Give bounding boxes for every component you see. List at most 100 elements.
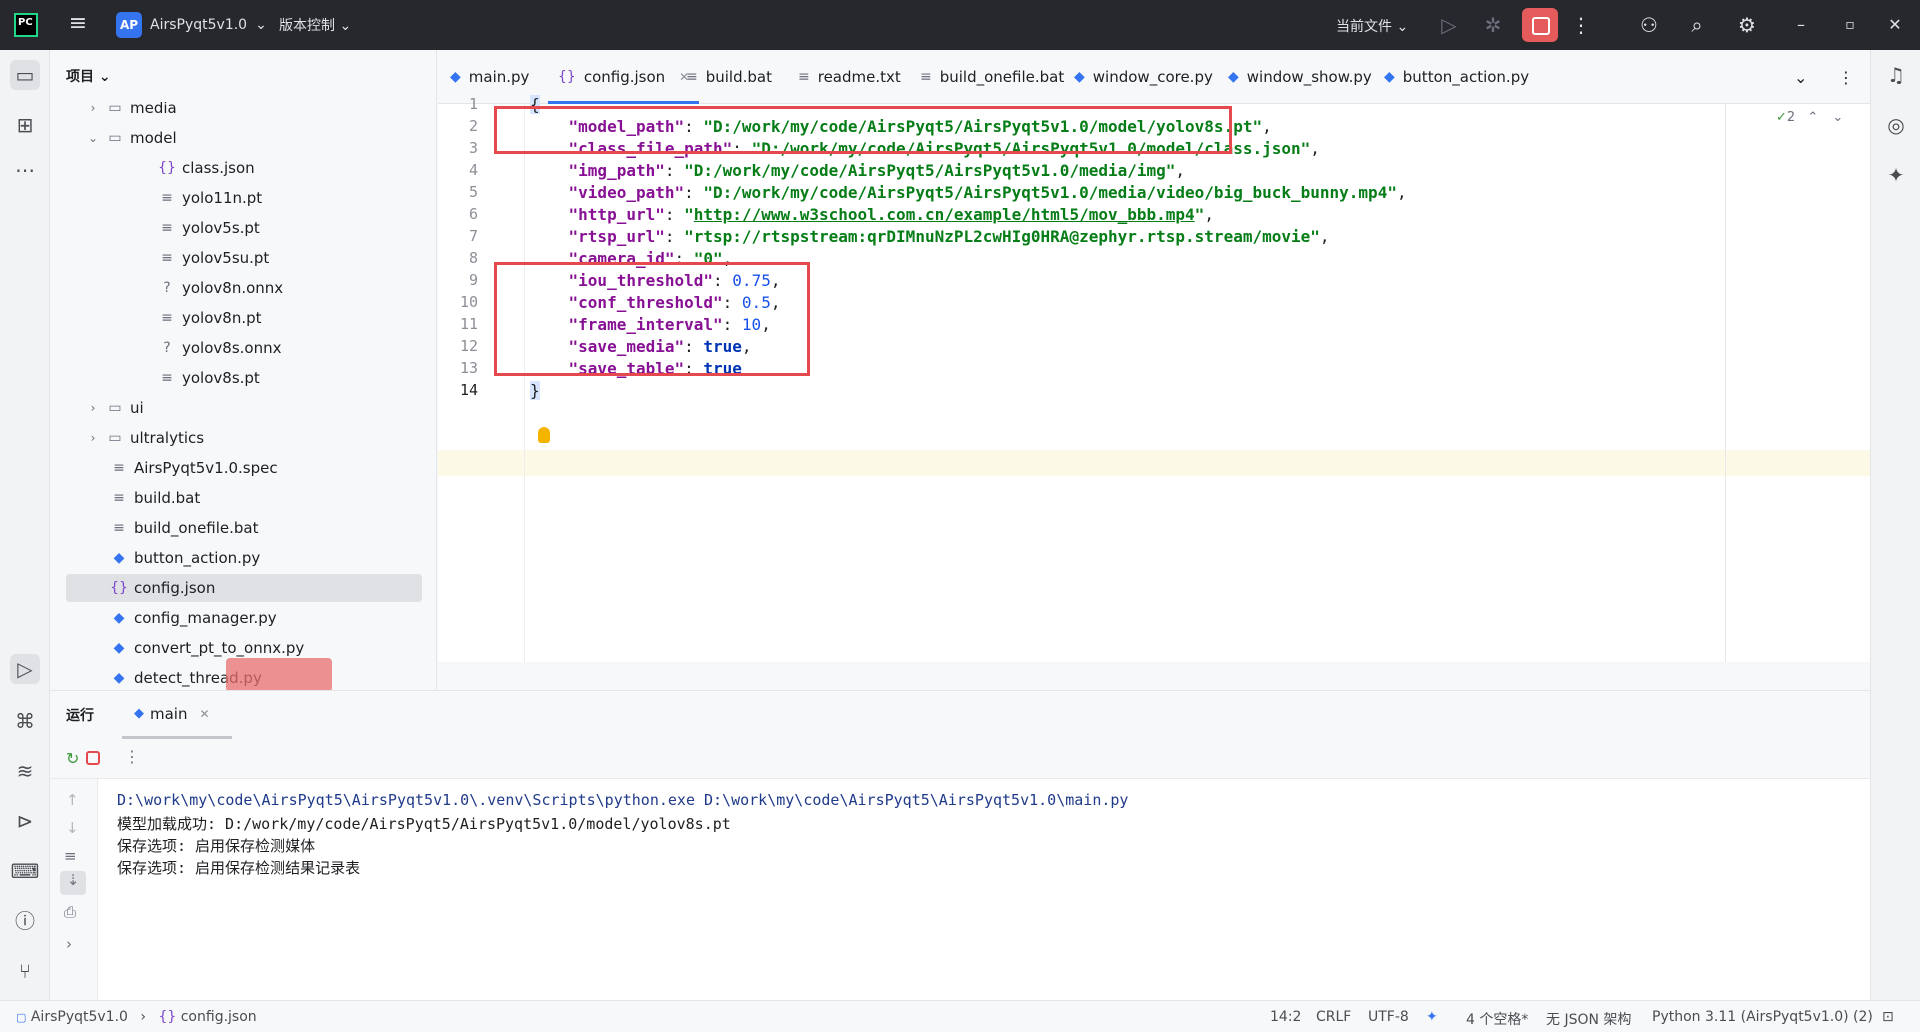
breadcrumb[interactable]: ▢ AirsPyqt5v1.0 › {} config.json (16, 1009, 257, 1025)
tree-item[interactable]: ≡ yolov8n.pt (50, 304, 437, 332)
scroll-down-icon[interactable]: ↓ (66, 819, 79, 837)
tab-build-bat[interactable]: ≡ build.bat (686, 50, 772, 104)
tab-readme-txt[interactable]: ≡ readme.txt (798, 50, 901, 104)
more-options-icon[interactable]: ⋮ (1566, 10, 1596, 40)
tabs-more-icon[interactable]: ⋮ (1838, 50, 1854, 104)
settings-gear-icon[interactable]: ⚙ (1732, 10, 1762, 40)
line-separator[interactable]: CRLF (1316, 1009, 1351, 1025)
terminal-icon[interactable]: ⌨ (10, 856, 40, 886)
tree-item[interactable]: ≡ yolov5su.pt (50, 244, 437, 272)
tree-item[interactable]: ? yolov8s.onnx (50, 334, 437, 362)
services-icon[interactable]: ⊳ (10, 806, 40, 836)
tab-config-json[interactable]: {} config.json ✕ (547, 50, 700, 104)
chevron-down-icon: ⌄ (255, 17, 267, 33)
tree-item[interactable]: ≡ yolov8s.pt (50, 364, 437, 392)
tabs-dropdown-icon[interactable]: ⌄ (1794, 50, 1807, 104)
code-editor[interactable]: 1{2 "model_path": "D:/work/my/code/AirsP… (438, 95, 1870, 662)
project-folder-icon[interactable]: ▭ (10, 60, 40, 90)
run-tab-main[interactable]: ◆ main ✕ (122, 691, 232, 739)
stop-icon[interactable] (86, 751, 100, 765)
chevron-down-icon[interactable]: ⌄ (1832, 110, 1843, 125)
add-user-icon[interactable]: ⚇ (1634, 10, 1664, 40)
json-icon: {} (558, 69, 576, 85)
python-console-icon[interactable]: ⌘ (10, 706, 40, 736)
tree-item[interactable]: › ▭ ultralytics (50, 424, 437, 452)
file-encoding[interactable]: UTF-8 (1368, 1009, 1409, 1025)
close-tab-icon[interactable]: ✕ (199, 707, 209, 721)
tree-item[interactable]: ≡ build_onefile.bat (50, 514, 437, 542)
soft-wrap-icon[interactable]: ≡ (64, 847, 77, 865)
chevron-up-icon[interactable]: ⌃ (1807, 110, 1818, 125)
ai-assistant-icon[interactable]: ◎ (1881, 110, 1911, 140)
chevron-right-icon[interactable]: › (86, 401, 100, 415)
git-icon[interactable]: ⑂ (10, 956, 40, 986)
code-token: "rtsp_url" (568, 227, 665, 246)
chevron-right-icon[interactable]: › (86, 431, 100, 445)
scroll-to-end-icon[interactable]: ⇣ (60, 871, 86, 895)
vcs-menu[interactable]: 版本控制 ⌄ (279, 15, 351, 35)
run-config-selector[interactable]: 当前文件 ⌄ (1336, 16, 1408, 36)
tree-item[interactable]: {} class.json (50, 154, 437, 182)
project-panel-title[interactable]: 项目 ⌄ (66, 66, 111, 86)
more-tools-icon[interactable]: ⋯ (10, 155, 40, 185)
folder-icon: ▭ (108, 430, 122, 446)
line-number: 14 (459, 381, 478, 399)
tree-item[interactable]: {} config.json (66, 574, 422, 602)
structure-icon[interactable]: ⊞ (10, 110, 40, 140)
code-token: , (1175, 161, 1186, 180)
lightbulb-intention-icon[interactable] (538, 427, 550, 443)
search-icon[interactable]: ⌕ (1682, 10, 1712, 40)
tab-button_action-py[interactable]: ◆ button_action.py (1384, 50, 1529, 104)
tree-item[interactable]: ? yolov8n.onnx (50, 274, 437, 302)
print-icon[interactable]: ⎙ (64, 903, 76, 921)
tree-item[interactable]: ≡ AirsPyqt5v1.0.spec (50, 454, 437, 482)
run-tool-icon[interactable]: ▷ (10, 654, 40, 684)
tree-item[interactable]: ◆ button_action.py (50, 544, 437, 572)
breadcrumb-project[interactable]: AirsPyqt5v1.0 (31, 1009, 128, 1025)
tree-item[interactable]: ◆ config_manager.py (50, 604, 437, 632)
tree-item[interactable]: ≡ yolov5s.pt (50, 214, 437, 242)
more-options-icon[interactable]: ⋮ (124, 747, 140, 766)
chevron-down-icon[interactable]: ⌄ (86, 131, 100, 145)
stop-button[interactable] (1522, 8, 1558, 42)
main-menu-icon[interactable]: ≡ (66, 13, 90, 37)
problems-icon[interactable]: ⓘ (10, 906, 40, 936)
debug-icon[interactable]: ✲ (1478, 10, 1508, 40)
close-icon[interactable]: ✕ (1880, 10, 1910, 40)
rerun-icon[interactable]: ↻ (66, 749, 79, 768)
json-schema[interactable]: 无 JSON 架构 (1546, 1009, 1631, 1029)
tab-window_core-py[interactable]: ◆ window_core.py (1074, 50, 1213, 104)
breadcrumb-file[interactable]: config.json (181, 1009, 257, 1025)
tree-item[interactable]: › ▭ ui (50, 394, 437, 422)
ai-status-icon[interactable]: ✦ (1426, 1009, 1438, 1025)
floating-toolbar-overlay[interactable] (226, 658, 332, 692)
maximize-icon[interactable]: ▫ (1835, 10, 1865, 40)
indent-setting[interactable]: 4 个空格* (1466, 1009, 1528, 1029)
project-switcher[interactable]: AP AirsPyqt5v1.0 ⌄ (116, 12, 267, 38)
inspection-widget[interactable]: ✓2 ⌃ ⌄ (1776, 110, 1843, 125)
tab-window_show-py[interactable]: ◆ window_show.py (1228, 50, 1372, 104)
layers-icon[interactable]: ≋ (10, 756, 40, 786)
tree-item[interactable]: ≡ yolo11n.pt (50, 184, 437, 212)
python-interpreter[interactable]: Python 3.11 (AirsPyqt5v1.0) (2) (1652, 1009, 1873, 1025)
copilot-icon[interactable]: ✦ (1881, 160, 1911, 190)
tab-build_onefile-bat[interactable]: ≡ build_onefile.bat (920, 50, 1064, 104)
minimize-icon[interactable]: – (1786, 10, 1816, 40)
caret-position[interactable]: 14:2 (1270, 1009, 1301, 1025)
lock-icon[interactable]: ⊡ (1882, 1009, 1894, 1025)
code-line[interactable]: } (530, 378, 540, 404)
tree-item[interactable]: › ▭ media (50, 102, 437, 122)
unknown-file-icon: ? (163, 340, 171, 356)
annotation-box-thresholds (494, 262, 810, 376)
right-tool-strip: ♫ ◎ ✦ (1870, 50, 1920, 1000)
line-number: 2 (468, 117, 478, 135)
run-icon[interactable]: ▷ (1434, 10, 1464, 40)
tree-item[interactable]: ≡ build.bat (50, 484, 437, 512)
scroll-up-icon[interactable]: ↑ (66, 791, 79, 809)
expand-chevron-icon[interactable]: › (66, 935, 72, 953)
console-line: 模型加载成功: D:/work/my/code/AirsPyqt5/AirsPy… (117, 815, 731, 833)
chevron-right-icon[interactable]: › (86, 102, 100, 115)
tree-item[interactable]: ⌄ ▭ model (50, 124, 437, 152)
pycharm-logo-icon[interactable] (14, 13, 38, 37)
notifications-bell-icon[interactable]: ♫ (1881, 60, 1911, 90)
